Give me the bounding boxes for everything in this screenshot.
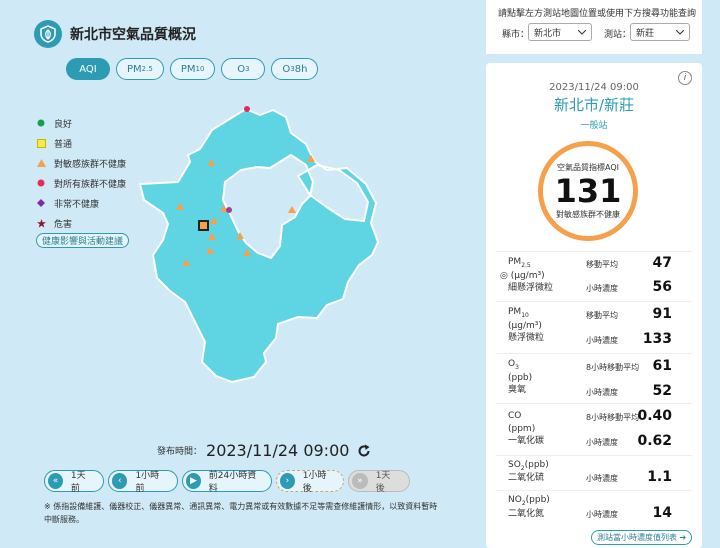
orange-triangle-icon	[36, 159, 46, 167]
target-icon: ◎	[500, 271, 511, 281]
time-navigation: « 1天前 ‹ 1小時前 ▶ 前24小時資料 › 1小時後 » 1天後	[44, 470, 410, 494]
tab-o3-8h[interactable]: O3 8h	[271, 58, 319, 80]
o3-hourly-value: 52	[652, 383, 672, 399]
tab-pm10[interactable]: PM 10	[169, 58, 216, 80]
co-avg-value: 0.40	[637, 408, 672, 424]
hourly-list-button[interactable]: 測站當小時濃度值列表 ➔	[591, 530, 693, 545]
aqi-legend: 良好 普通 對敏感族群不健康 對所有族群不健康 非常不健康 危害	[36, 113, 126, 233]
pm25-hourly-value: 56	[652, 279, 672, 295]
one-hour-later-button[interactable]: › 1小時後	[276, 470, 344, 494]
double-chevron-right-icon: »	[352, 473, 368, 489]
pollutant-row-so2: SO2(ppb) 二氧化硫 小時濃度 1.1	[496, 455, 692, 490]
co-hourly-value: 0.62	[637, 433, 672, 449]
one-day-later-button[interactable]: » 1天後	[348, 470, 410, 494]
city-select[interactable]: 新北市	[528, 23, 592, 41]
shield-leaf-icon	[40, 25, 56, 43]
legend-item-hazardous: 危害	[36, 213, 126, 233]
one-day-earlier-button[interactable]: « 1天前	[44, 470, 104, 494]
chevron-right-icon: ›	[280, 473, 295, 489]
new-taipei-region[interactable]	[139, 108, 379, 383]
station-datetime: 2023/11/24 09:00	[549, 82, 639, 93]
legend-item-very-unhealthy: 非常不健康	[36, 193, 126, 213]
red-circle-icon	[37, 179, 45, 187]
past-24h-button[interactable]: ▶ 前24小時資料	[182, 470, 272, 494]
tab-aqi[interactable]: AQI	[66, 58, 110, 80]
publish-time: 2023/11/24 09:00	[206, 441, 350, 460]
one-hour-earlier-button[interactable]: ‹ 1小時前	[108, 470, 178, 494]
legend-item-good: 良好	[36, 113, 126, 133]
legend-item-sensitive: 對敏感族群不健康	[36, 153, 126, 173]
pm25-avg-value: 47	[652, 255, 672, 271]
double-chevron-left-icon: «	[48, 473, 63, 489]
station-label: 測站：	[604, 30, 632, 40]
new-taipei-map[interactable]	[130, 96, 420, 396]
station-query-box: 請點擊左方測站地圖位置或使用下方搜尋功能查詢 縣市： 新北市 測站： 新莊	[486, 0, 702, 54]
pm10-hourly-value: 133	[642, 331, 672, 347]
station-marker[interactable]	[288, 206, 296, 213]
pollutant-row-pm10: PM10 (μg/m³) 懸浮微粒 移動平均 91 小時濃度 133	[496, 301, 692, 353]
station-marker-purple[interactable]	[226, 207, 232, 213]
query-hint: 請點擊左方測站地圖位置或使用下方搜尋功能查詢	[498, 9, 697, 19]
aqi-value: 131	[554, 172, 622, 210]
tab-pm25[interactable]: PM 2.5	[116, 58, 164, 80]
yellow-square-icon	[36, 138, 46, 148]
o3-avg-value: 61	[652, 358, 672, 374]
no2-hourly-value: 14	[652, 505, 672, 521]
chevron-down-icon	[578, 29, 586, 35]
selected-station-marker[interactable]	[198, 220, 209, 231]
pm10-avg-value: 91	[652, 306, 672, 322]
pollutant-row-o3: O3 (ppb) 臭氧 8小時移動平均 61 小時濃度 52	[496, 353, 692, 403]
chevron-down-icon	[676, 29, 684, 35]
aqi-status: 對敏感族群不健康	[556, 210, 620, 219]
station-name: 新北市/新莊	[553, 96, 635, 114]
aqi-gauge: 空氣品質指標AQI 131 對敏感族群不健康	[538, 141, 638, 241]
publish-label: 發布時間：	[157, 447, 203, 457]
page-title: 新北市空氣品質概況	[70, 27, 196, 43]
green-circle-icon	[37, 119, 45, 127]
station-marker-red[interactable]	[244, 106, 250, 112]
pollutant-row-co: CO (ppm) 一氧化碳 8小時移動平均 0.40 小時濃度 0.62	[496, 403, 692, 455]
chevron-left-icon: ‹	[112, 473, 128, 489]
play-icon: ▶	[186, 473, 201, 489]
legend-item-unhealthy: 對所有族群不健康	[36, 173, 126, 193]
maintenance-note: ※ 係指設備維護、儀器校正、儀器異常、通訊異常、電力異常或有效數據不足等需查修維…	[44, 502, 438, 524]
purple-diamond-icon	[37, 199, 45, 207]
station-detail-panel: i 2023/11/24 09:00 新北市/新莊 一般站 空氣品質指標AQI …	[486, 63, 702, 548]
pollutant-row-pm25: PM2.5 ◎ (μg/m³) 細懸浮微粒 移動平均 47 小時濃度 56	[496, 251, 692, 301]
pollutant-row-no2: NO2(ppb) 二氧化氮 小時濃度 14	[496, 490, 692, 526]
legend-item-moderate: 普通	[36, 133, 126, 153]
so2-hourly-value: 1.1	[647, 469, 672, 485]
publish-time-bar: 發布時間： 2023/11/24 09:00	[157, 441, 371, 460]
tab-o3[interactable]: O3	[221, 58, 266, 80]
health-advice-button[interactable]: 健康影響與活動建議	[36, 233, 130, 248]
city-label: 縣市：	[502, 30, 530, 40]
station-select[interactable]: 新莊	[630, 23, 690, 41]
pollutant-tabs: AQI PM 2.5 PM 10 O3 O3 8h	[66, 58, 319, 80]
maroon-star-icon	[36, 218, 46, 228]
station-type: 一般站	[580, 121, 608, 131]
refresh-icon[interactable]	[357, 444, 371, 458]
app-logo	[34, 20, 62, 48]
